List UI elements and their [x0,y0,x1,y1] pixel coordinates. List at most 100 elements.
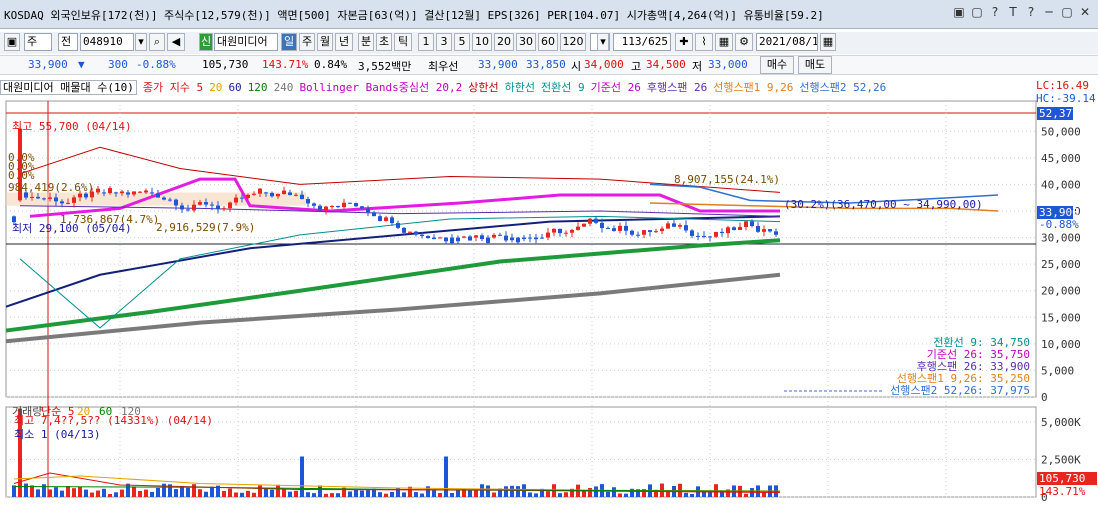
candle-body [558,228,562,234]
candle-body [450,237,454,244]
volume-bar [318,485,322,497]
tab-second[interactable]: 초 [376,33,392,51]
trade-amount: 3,552백만 [358,60,412,73]
candle-body [186,209,190,211]
price-pane-frame [5,100,1037,398]
interval-3[interactable]: 3 [436,33,452,51]
credit-badge: 신 [199,33,213,51]
legend-item-12[interactable]: 선행스팬2 52,26 [799,81,886,94]
font-icon[interactable]: T [1006,4,1020,20]
candle-body [570,229,574,233]
volume-bar [78,487,82,497]
candle-body [348,202,352,204]
restore-icon[interactable]: ▣ [952,4,966,20]
legend-title[interactable]: 대원미디어 매물대 수(10) [0,80,137,95]
chart-area[interactable]: 50,00045,00040,00035,00030,00025,00020,0… [0,95,1098,504]
tab-tick[interactable]: 틱 [394,33,412,51]
sell-button[interactable]: 매도 [798,56,832,74]
legend-item-4[interactable]: 240 [274,81,294,94]
legend-item-0[interactable]: 종가 지수 5 [143,81,203,94]
maximize-icon[interactable]: ▢ [1060,4,1074,20]
candle-body [612,228,616,231]
volume-profile-label-3: 2,916,529(7.9%) [156,221,255,234]
price-chart-svg[interactable]: 50,00045,00040,00035,00030,00025,00020,0… [0,95,1098,504]
window-icon[interactable]: ▢ [970,4,984,20]
interval-1[interactable]: 1 [418,33,434,51]
close-icon[interactable]: ✕ [1078,4,1092,20]
date-input[interactable]: 2021/08/17 [756,33,818,51]
volume-bar [30,485,34,497]
chevron-down-icon[interactable]: ▾ [135,33,147,51]
volume-bar [234,492,238,497]
volume-bar [198,489,202,497]
legend-item-7[interactable]: 하한선 [505,81,535,94]
candle-body [204,202,208,205]
candle-body [258,188,262,194]
legend-item-11[interactable]: 선행스팬1 9,26 [713,81,793,94]
market-select[interactable]: 주 [24,33,52,51]
candle-body [468,236,472,241]
volume-bar [54,487,58,497]
volume-bar [606,491,610,497]
legend-item-9[interactable]: 기준선 26 [591,81,641,94]
data-count-field[interactable]: 113/625 [613,33,671,51]
volume-bar [516,486,520,497]
crosshair-icon[interactable]: ✚ [675,33,693,51]
legend-item-1[interactable]: 20 [209,81,222,94]
legend-item-2[interactable]: 60 [228,81,241,94]
save-icon[interactable]: ▦ [715,33,733,51]
volume-bar [354,489,358,497]
volume-bar [468,490,472,497]
price-axis-label: 15,000 [1041,311,1081,324]
chart-type-icon[interactable]: ⌇ [695,33,713,51]
candle-body [180,205,184,210]
tab-minute[interactable]: 분 [358,33,374,51]
help-icon[interactable]: ? [988,4,1002,20]
legend-item-8[interactable]: 전환선 9 [541,81,585,94]
candle-body [378,216,382,222]
candle-body [504,235,508,241]
candle-body [720,231,724,234]
interval-20[interactable]: 20 [494,33,514,51]
volume-pct-tag: 143.71% [1039,485,1086,498]
candle-body [768,229,772,232]
calendar-icon[interactable]: ▦ [820,33,836,51]
interval-120[interactable]: 120 [560,33,586,51]
legend-item-10[interactable]: 후행스팬 26 [647,81,707,94]
tab-month[interactable]: 월 [317,33,333,51]
candle-body [270,192,274,197]
speaker-icon[interactable]: ◀ [167,33,185,51]
volume-bar [510,485,514,497]
volume-bar [690,493,694,497]
gear-icon[interactable]: ⚙ [735,33,753,51]
layout-icon[interactable]: ▣ [4,33,20,51]
candle-body [678,225,682,227]
tab-year[interactable]: 년 [335,33,353,51]
volume-bar [594,486,598,497]
legend-item-6[interactable]: 상한선 [468,81,498,94]
interval-30[interactable]: 30 [516,33,536,51]
chevron-down-icon[interactable]: ▾ [597,33,609,51]
volume-bar [564,492,568,497]
legend-item-3[interactable]: 120 [248,81,268,94]
buy-button[interactable]: 매수 [760,56,794,74]
volume-axis-label: 5,000K [1041,416,1081,429]
search-icon[interactable]: ⌕ [149,33,165,51]
volume-bar [228,488,232,497]
candle-body [240,197,244,199]
volume-bar [390,492,394,497]
minimize-icon[interactable]: ─ [1042,4,1056,20]
interval-10[interactable]: 10 [472,33,492,51]
tab-week[interactable]: 주 [299,33,315,51]
stock-code-input[interactable]: 048910 [80,33,134,51]
tab-day[interactable]: 일 [281,33,297,51]
legend-item-5[interactable]: Bollinger Bands중심선 20,2 [299,81,462,94]
candle-body [396,223,400,228]
pin-icon[interactable]: ? [1024,4,1038,20]
interval-60[interactable]: 60 [538,33,558,51]
candle-body [54,197,58,202]
period-select[interactable]: 전 [58,33,78,51]
candle-body [522,237,526,240]
interval-5[interactable]: 5 [454,33,470,51]
volume-bar [402,492,406,497]
